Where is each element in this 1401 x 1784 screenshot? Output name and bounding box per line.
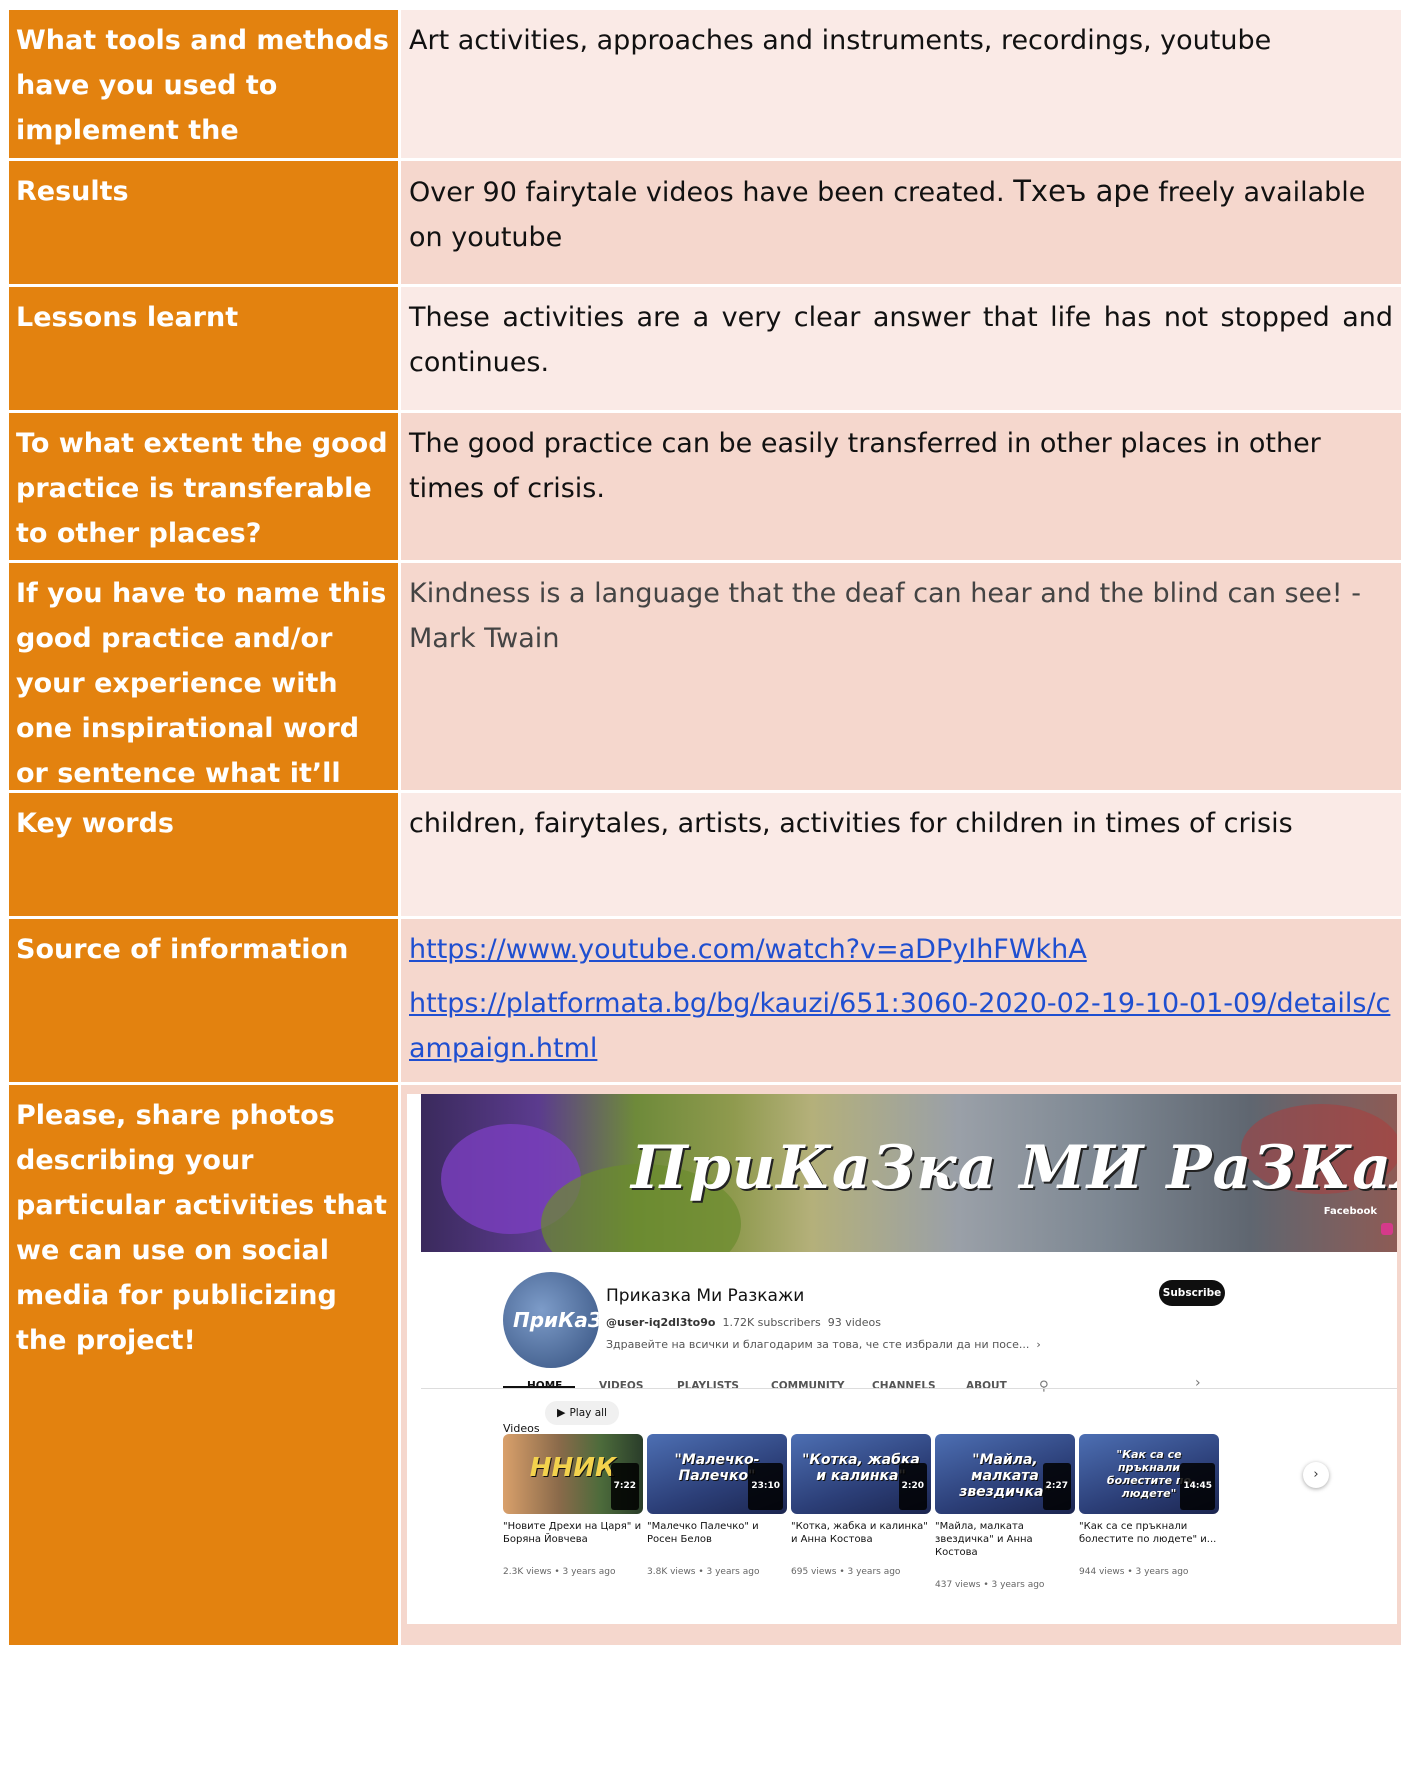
video-card[interactable]: "Котка, жабка и калинка" 2:20 "Котка, жаб… (791, 1434, 931, 1595)
video-thumbnail[interactable]: "Малечко-Палечко" 23:10 (647, 1434, 787, 1514)
play-icon: ▶ (557, 1406, 566, 1419)
play-all-button[interactable]: ▶ Play all (545, 1401, 619, 1425)
row-value: ПриКаЗка МИ РаЗКаЖИ Facebook ПриКаЗка Пр… (401, 1085, 1401, 1645)
row-transferable: To what extent the good practice is tran… (9, 413, 1401, 563)
youtube-channel-screenshot: ПриКаЗка МИ РаЗКаЖИ Facebook ПриКаЗка Пр… (407, 1094, 1397, 1624)
row-lessons: Lessons learnt These activities are a ve… (9, 287, 1401, 413)
row-label: What tools and methods have you used to … (9, 10, 401, 191)
row-label: Results (9, 161, 401, 284)
play-all-label: Play all (569, 1407, 607, 1419)
video-thumbnail[interactable]: "Майла, малката звездичка" 2:27 (935, 1434, 1075, 1514)
video-title[interactable]: "Новите Дрехи на Царя" и Боряна Йовчева (503, 1520, 643, 1546)
video-meta: 3.8K views • 3 years ago (647, 1567, 760, 1577)
row-value: Kindness is a language that the deaf can… (401, 563, 1401, 790)
row-results: Results Over 90 fairytale videos have be… (9, 161, 1401, 287)
video-meta: 2.3K views • 3 years ago (503, 1567, 616, 1577)
avatar-text: ПриКаЗка (513, 1308, 599, 1332)
video-meta: 695 views • 3 years ago (791, 1567, 901, 1577)
video-card[interactable]: "Как са се пръкнали болестите по людете"… (1079, 1434, 1219, 1595)
video-duration: 23:10 (748, 1463, 783, 1510)
tab-community[interactable]: COMMUNITY (771, 1364, 845, 1409)
row-inspiration: If you have to name this good practice a… (9, 563, 1401, 834)
row-tools: What tools and methods have you used to … (9, 10, 1401, 191)
chevron-right-icon[interactable]: › (1195, 1361, 1201, 1406)
chevron-right-icon[interactable]: › (1303, 1462, 1329, 1488)
description-text: Здравейте на всички и благодарим за това… (606, 1338, 1030, 1351)
row-label: If you have to name this good practice a… (9, 563, 401, 834)
banner-title: ПриКаЗка МИ РаЗКаЖИ (631, 1133, 1397, 1203)
channel-tabs: HOME VIDEOS PLAYLISTS COMMUNITY CHANNELS… (503, 1356, 1383, 1392)
video-duration: 2:20 (898, 1463, 927, 1510)
tab-channels[interactable]: CHANNELS (872, 1364, 936, 1409)
results-text-b: Тхеъ аре (1013, 174, 1150, 208)
chevron-right-icon: › (1036, 1338, 1041, 1351)
tab-about[interactable]: ABOUT (966, 1364, 1007, 1409)
row-value: These activities are a very clear answer… (401, 287, 1401, 410)
row-keywords: Key words children, fairytales, artists,… (9, 793, 1401, 919)
avatar: ПриКаЗка (503, 1272, 599, 1368)
row-label: Source of information (9, 919, 401, 1082)
video-title[interactable]: "Майла, малката звездичка" и Анна Костов… (935, 1520, 1075, 1559)
tab-playlists[interactable]: PLAYLISTS (677, 1364, 739, 1409)
source-link-platformata[interactable]: https://platformata.bg/bg/kauzi/651:3060… (409, 981, 1393, 1071)
video-meta: 944 views • 3 years ago (1079, 1567, 1189, 1577)
row-value: Over 90 fairytale videos have been creat… (401, 161, 1401, 284)
video-duration: 14:45 (1180, 1463, 1215, 1510)
row-label: To what extent the good practice is tran… (9, 413, 401, 560)
source-link-youtube[interactable]: https://www.youtube.com/watch?v=aDPyIhFW… (409, 927, 1393, 972)
row-value: https://www.youtube.com/watch?v=aDPyIhFW… (401, 919, 1401, 1082)
video-card[interactable]: "Малечко-Палечко" 23:10 "Малечко Палечко"… (647, 1434, 787, 1595)
video-thumbnail[interactable]: "Котка, жабка и калинка" 2:20 (791, 1434, 931, 1514)
row-source: Source of information https://www.youtub… (9, 919, 1401, 1085)
facebook-link[interactable]: Facebook (1324, 1189, 1377, 1234)
video-thumbnail[interactable]: "Как са се пръкнали болестите по людете"… (1079, 1434, 1219, 1514)
video-duration: 2:27 (1042, 1463, 1071, 1510)
row-label: Please, share photos describing your par… (9, 1085, 401, 1645)
row-value: Art activities, approaches and instrumen… (401, 10, 1401, 158)
channel-banner: ПриКаЗка МИ РаЗКаЖИ Facebook (421, 1094, 1397, 1252)
search-icon[interactable]: ⚲ (1039, 1364, 1049, 1409)
row-photos: Please, share photos describing your par… (9, 1085, 1401, 1645)
video-title[interactable]: "Котка, жабка и калинка" и Анна Костова (791, 1520, 931, 1546)
video-meta: 437 views • 3 years ago (935, 1580, 1045, 1590)
video-title[interactable]: "Малечко Палечко" и Росен Белов (647, 1520, 787, 1546)
video-title[interactable]: "Как са се пръкнали болестите по людете"… (1079, 1520, 1219, 1546)
subscribe-button[interactable]: Subscribe (1159, 1280, 1225, 1306)
instagram-icon[interactable] (1381, 1223, 1393, 1235)
good-practice-table: What tools and methods have you used to … (9, 10, 1401, 1645)
row-label: Key words (9, 793, 401, 916)
video-shelf: ННИК 7:22 "Новите Дрехи на Царя" и Боряна… (503, 1434, 1383, 1614)
video-card[interactable]: ННИК 7:22 "Новите Дрехи на Царя" и Боряна… (503, 1434, 643, 1595)
video-duration: 7:22 (610, 1463, 639, 1510)
row-label: Lessons learnt (9, 287, 401, 410)
video-card[interactable]: "Майла, малката звездичка" 2:27 "Майла, м… (935, 1434, 1075, 1608)
row-value: children, fairytales, artists, activitie… (401, 793, 1401, 916)
results-text-a: Over 90 fairytale videos have been creat… (409, 177, 1014, 208)
video-thumbnail[interactable]: ННИК 7:22 (503, 1434, 643, 1514)
row-value: The good practice can be easily transfer… (401, 413, 1401, 560)
tabs-divider (421, 1388, 1397, 1389)
